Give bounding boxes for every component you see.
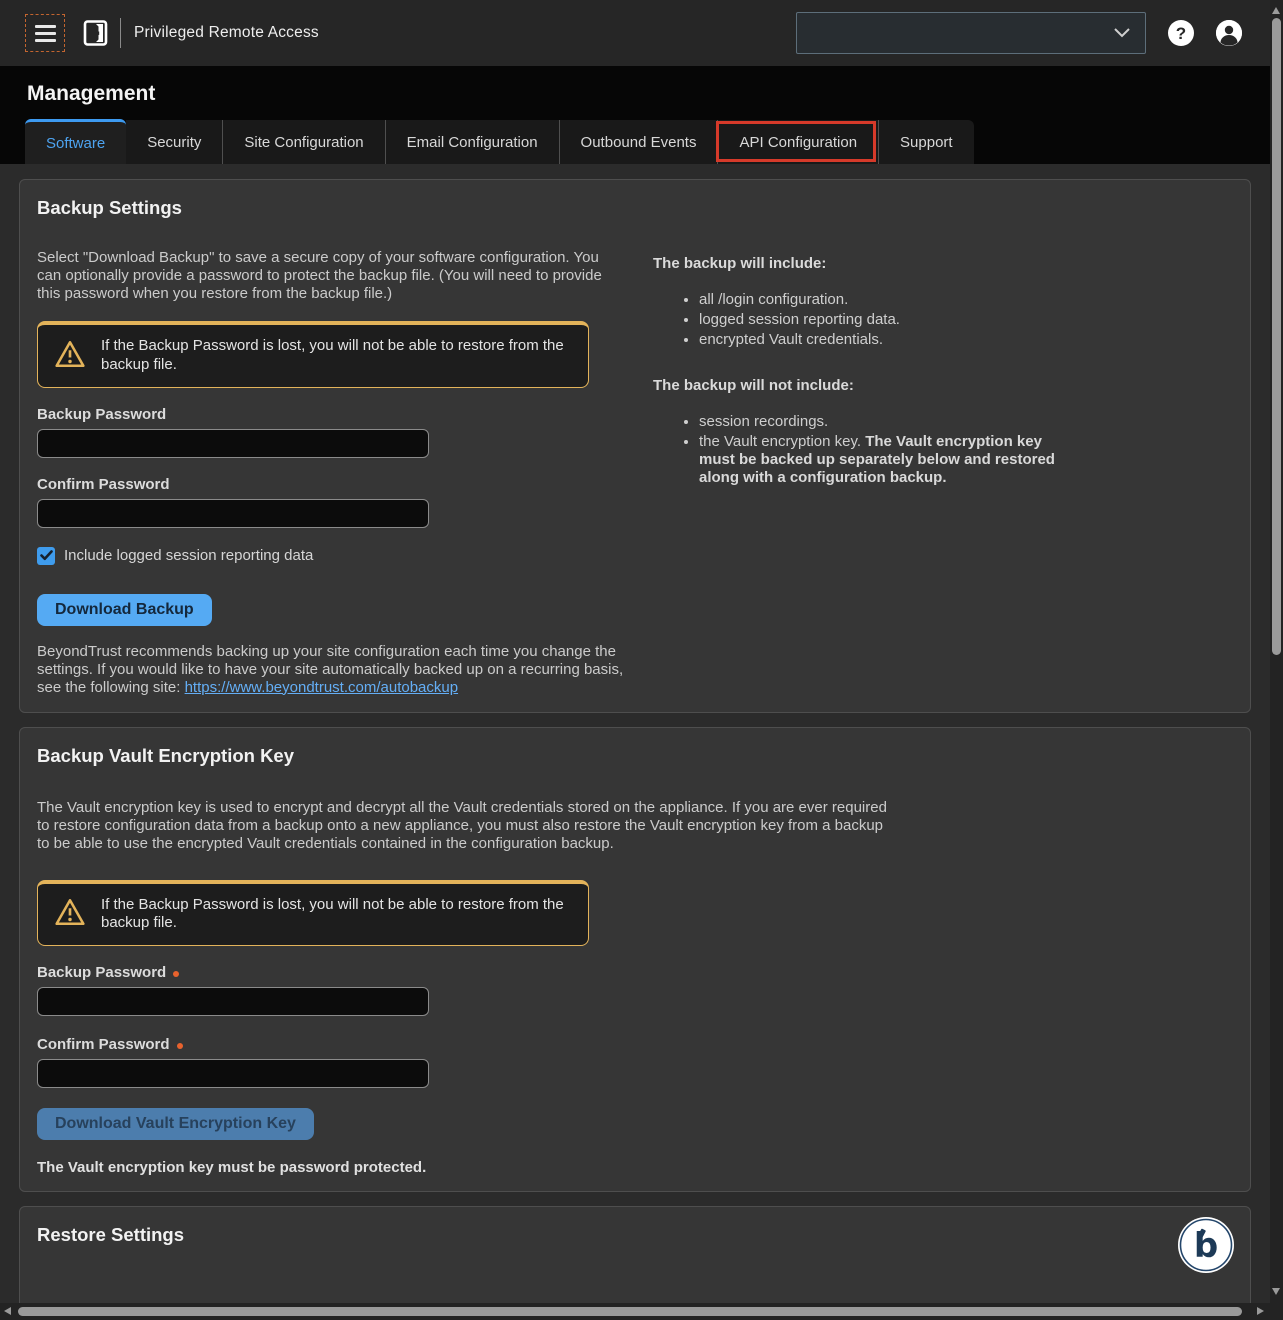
will-include-list: all /login configuration. logged session…	[653, 291, 1233, 349]
app-title: Privileged Remote Access	[134, 24, 319, 42]
help-glyph: ?	[1176, 25, 1186, 42]
checkbox-checked-icon	[37, 547, 55, 565]
warning-text: If the Backup Password is lost, you will…	[101, 337, 572, 375]
scroll-down-arrow-icon[interactable]	[1272, 1288, 1280, 1295]
list-item-text: the Vault encryption key.	[699, 433, 865, 450]
list-item: session recordings.	[699, 413, 1233, 431]
confirm-password-input[interactable]	[37, 499, 429, 528]
vault-backup-password-label: Backup Password	[37, 964, 1233, 981]
chevron-down-icon	[1113, 25, 1131, 42]
tab-outbound-events[interactable]: Outbound Events	[559, 120, 718, 164]
hamburger-menu-icon[interactable]	[25, 14, 65, 52]
scroll-left-arrow-icon[interactable]	[4, 1307, 11, 1315]
hamburger-bar	[35, 25, 56, 28]
download-backup-button[interactable]: Download Backup	[37, 594, 212, 626]
tab-support[interactable]: Support	[878, 120, 974, 164]
list-item: logged session reporting data.	[699, 311, 1233, 329]
backup-settings-right-column: The backup will include: all /login conf…	[653, 197, 1233, 697]
required-indicator-dot	[177, 1043, 183, 1049]
vertical-scrollbar[interactable]	[1270, 0, 1283, 1320]
backup-password-input[interactable]	[37, 429, 429, 458]
hamburger-bar	[35, 39, 56, 42]
vertical-scrollbar-thumb[interactable]	[1272, 18, 1281, 655]
label-text: Backup Password	[37, 964, 166, 981]
tab-site-configuration[interactable]: Site Configuration	[222, 120, 384, 164]
hamburger-bar	[35, 32, 56, 35]
backup-warning-box: If the Backup Password is lost, you will…	[37, 321, 589, 388]
will-not-include-title: The backup will not include:	[653, 377, 1233, 394]
vault-backup-password-input[interactable]	[37, 987, 429, 1016]
vault-key-note: The Vault encryption key must be passwor…	[37, 1159, 1233, 1176]
tab-software[interactable]: Software	[25, 119, 126, 164]
warning-icon	[54, 897, 86, 931]
list-item: the Vault encryption key. The Vault encr…	[699, 433, 1059, 487]
page-header: Management Software Security Site Config…	[0, 66, 1270, 164]
top-bar: Privileged Remote Access ?	[0, 0, 1270, 66]
main-content: Backup Settings Select "Download Backup"…	[0, 164, 1270, 1320]
vault-confirm-password-label: Confirm Password	[37, 1036, 1233, 1053]
restore-settings-title: Restore Settings	[37, 1224, 184, 1246]
label-text: Confirm Password	[37, 1036, 170, 1053]
app-viewport: Privileged Remote Access ? Management So…	[0, 0, 1283, 1320]
header-dropdown[interactable]	[796, 12, 1146, 54]
scroll-up-arrow-icon[interactable]	[1272, 7, 1280, 14]
user-avatar-icon[interactable]	[1216, 20, 1242, 46]
tab-api-configuration-label: API Configuration	[739, 134, 857, 151]
tab-api-configuration[interactable]: API Configuration	[717, 120, 878, 164]
backup-settings-left-column: Backup Settings Select "Download Backup"…	[37, 197, 637, 697]
page-title: Management	[27, 82, 1270, 106]
required-indicator-dot	[173, 971, 179, 977]
warning-text: If the Backup Password is lost, you will…	[101, 896, 572, 934]
will-not-include-list: session recordings. the Vault encryption…	[653, 413, 1233, 487]
backup-settings-intro: Select "Download Backup" to save a secur…	[37, 249, 617, 303]
download-vault-key-button[interactable]: Download Vault Encryption Key	[37, 1108, 314, 1140]
tab-email-configuration[interactable]: Email Configuration	[385, 120, 559, 164]
vault-key-card: Backup Vault Encryption Key The Vault en…	[19, 727, 1251, 1193]
tab-bar: Software Security Site Configuration Ema…	[25, 119, 1270, 164]
beyondtrust-logo-icon: b	[1177, 1216, 1235, 1278]
confirm-password-label: Confirm Password	[37, 476, 637, 493]
svg-text:b: b	[1194, 1226, 1218, 1266]
label-text: Backup Password	[37, 406, 166, 423]
door-logo-icon	[83, 19, 108, 47]
vault-warning-box: If the Backup Password is lost, you will…	[37, 880, 589, 947]
include-session-data-checkbox[interactable]: Include logged session reporting data	[37, 547, 637, 565]
list-item: encrypted Vault credentials.	[699, 331, 1233, 349]
vault-key-title: Backup Vault Encryption Key	[37, 745, 1233, 767]
backup-footer-note: BeyondTrust recommends backing up your s…	[37, 643, 637, 697]
horizontal-scrollbar[interactable]	[0, 1303, 1270, 1320]
horizontal-scrollbar-thumb[interactable]	[18, 1307, 1242, 1316]
header-divider	[120, 18, 121, 48]
backup-password-label: Backup Password	[37, 406, 637, 423]
tab-security[interactable]: Security	[126, 120, 222, 164]
will-include-title: The backup will include:	[653, 255, 1233, 272]
label-text: Confirm Password	[37, 476, 170, 493]
scroll-right-arrow-icon[interactable]	[1257, 1307, 1264, 1315]
list-item: all /login configuration.	[699, 291, 1233, 309]
backup-settings-title: Backup Settings	[37, 197, 637, 219]
checkbox-label: Include logged session reporting data	[64, 547, 313, 564]
warning-icon	[54, 339, 86, 373]
vault-confirm-password-input[interactable]	[37, 1059, 429, 1088]
backup-settings-card: Backup Settings Select "Download Backup"…	[19, 179, 1251, 713]
help-icon[interactable]: ?	[1168, 20, 1194, 46]
autobackup-link[interactable]: https://www.beyondtrust.com/autobackup	[185, 679, 458, 696]
vault-key-intro: The Vault encryption key is used to encr…	[37, 799, 887, 853]
